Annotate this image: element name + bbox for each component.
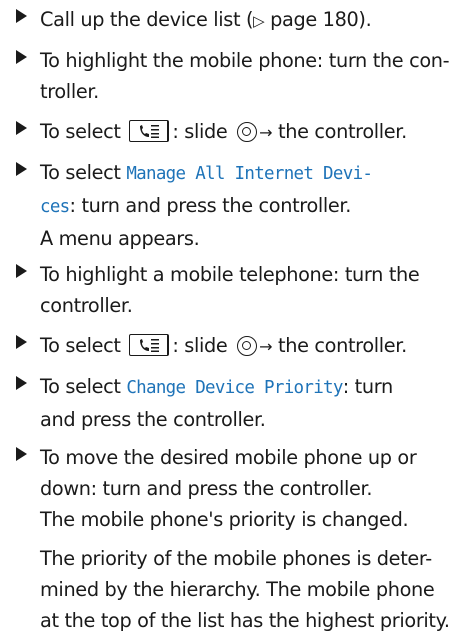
note-text: The priority of the mobile phones is det… xyxy=(40,547,432,570)
step-text: the controller. xyxy=(272,334,407,357)
step-highlight-telephone: To highlight a mobile telephone: turn th… xyxy=(16,259,460,321)
menu-item-manage-all-internet-devices: ces xyxy=(40,197,70,217)
step-call-up-device-list: Call up the device list (▷ page 180). xyxy=(16,4,460,37)
note-text: at the top of the list has the highest p… xyxy=(40,609,450,632)
step-text: troller. xyxy=(40,80,99,103)
bullet-triangle-icon xyxy=(16,162,27,176)
bullet-triangle-icon xyxy=(16,335,27,349)
step-text: : slide xyxy=(172,120,234,143)
step-highlight-phone: To highlight the mobile phone: turn the … xyxy=(16,45,460,107)
phone-menu-icon xyxy=(140,125,160,138)
manual-page: Call up the device list (▷ page 180). To… xyxy=(0,0,464,632)
step-text: To move the desired mobile phone up or xyxy=(40,446,417,469)
step-select-menu-key: To select : slide → the controller. xyxy=(16,116,460,148)
step-text: page 180). xyxy=(264,8,372,31)
step-text: and press the controller. xyxy=(40,408,266,431)
step-text: To select xyxy=(40,161,127,184)
bullet-triangle-icon xyxy=(16,447,27,461)
step-manage-internet-devices: To select Manage All Internet Devi- ces:… xyxy=(16,157,460,254)
step-text: To highlight the mobile phone: turn the … xyxy=(40,49,450,72)
step-text: controller. xyxy=(40,294,133,317)
step-text: To select xyxy=(40,334,127,357)
step-text: Call up the device list ( xyxy=(40,8,254,31)
step-move-phone: To move the desired mobile phone up or d… xyxy=(16,442,460,636)
step-text: : turn and press the controller. xyxy=(69,194,352,217)
result-text: A menu appears. xyxy=(40,227,200,250)
slide-right-arrow-icon: → xyxy=(259,337,273,356)
bullet-triangle-icon xyxy=(16,376,27,390)
phone-menu-icon xyxy=(140,339,160,352)
step-change-device-priority: To select Change Device Priority: turn a… xyxy=(16,371,460,435)
step-text: To highlight a mobile telephone: turn th… xyxy=(40,263,420,286)
step-text: To select xyxy=(40,375,127,398)
bullet-triangle-icon xyxy=(16,121,27,135)
phone-menu-key-icon xyxy=(129,334,170,356)
bullet-triangle-icon xyxy=(16,50,27,64)
result-text: The mobile phone's priority is changed. xyxy=(40,508,409,531)
bullet-triangle-icon xyxy=(16,264,27,278)
phone-menu-key-icon xyxy=(129,120,170,142)
slide-right-arrow-icon: → xyxy=(259,123,273,142)
menu-item-change-device-priority: Change Device Priority xyxy=(126,378,343,398)
step-text: the controller. xyxy=(272,120,407,143)
step-select-menu-key-2: To select : slide → the controller. xyxy=(16,330,460,362)
step-text: : turn xyxy=(342,375,393,398)
bullet-triangle-icon xyxy=(16,9,27,23)
step-text: down: turn and press the controller. xyxy=(40,477,373,500)
controller-icon xyxy=(237,336,258,356)
menu-item-manage-all-internet-devices: Manage All Internet Devi- xyxy=(126,164,373,184)
note-text: mined by the hierarchy. The mobile phone xyxy=(40,578,435,601)
page-reference-icon: ▷ xyxy=(253,12,265,30)
controller-icon xyxy=(237,122,258,142)
step-text: : slide xyxy=(172,334,234,357)
step-text: To select xyxy=(40,120,127,143)
